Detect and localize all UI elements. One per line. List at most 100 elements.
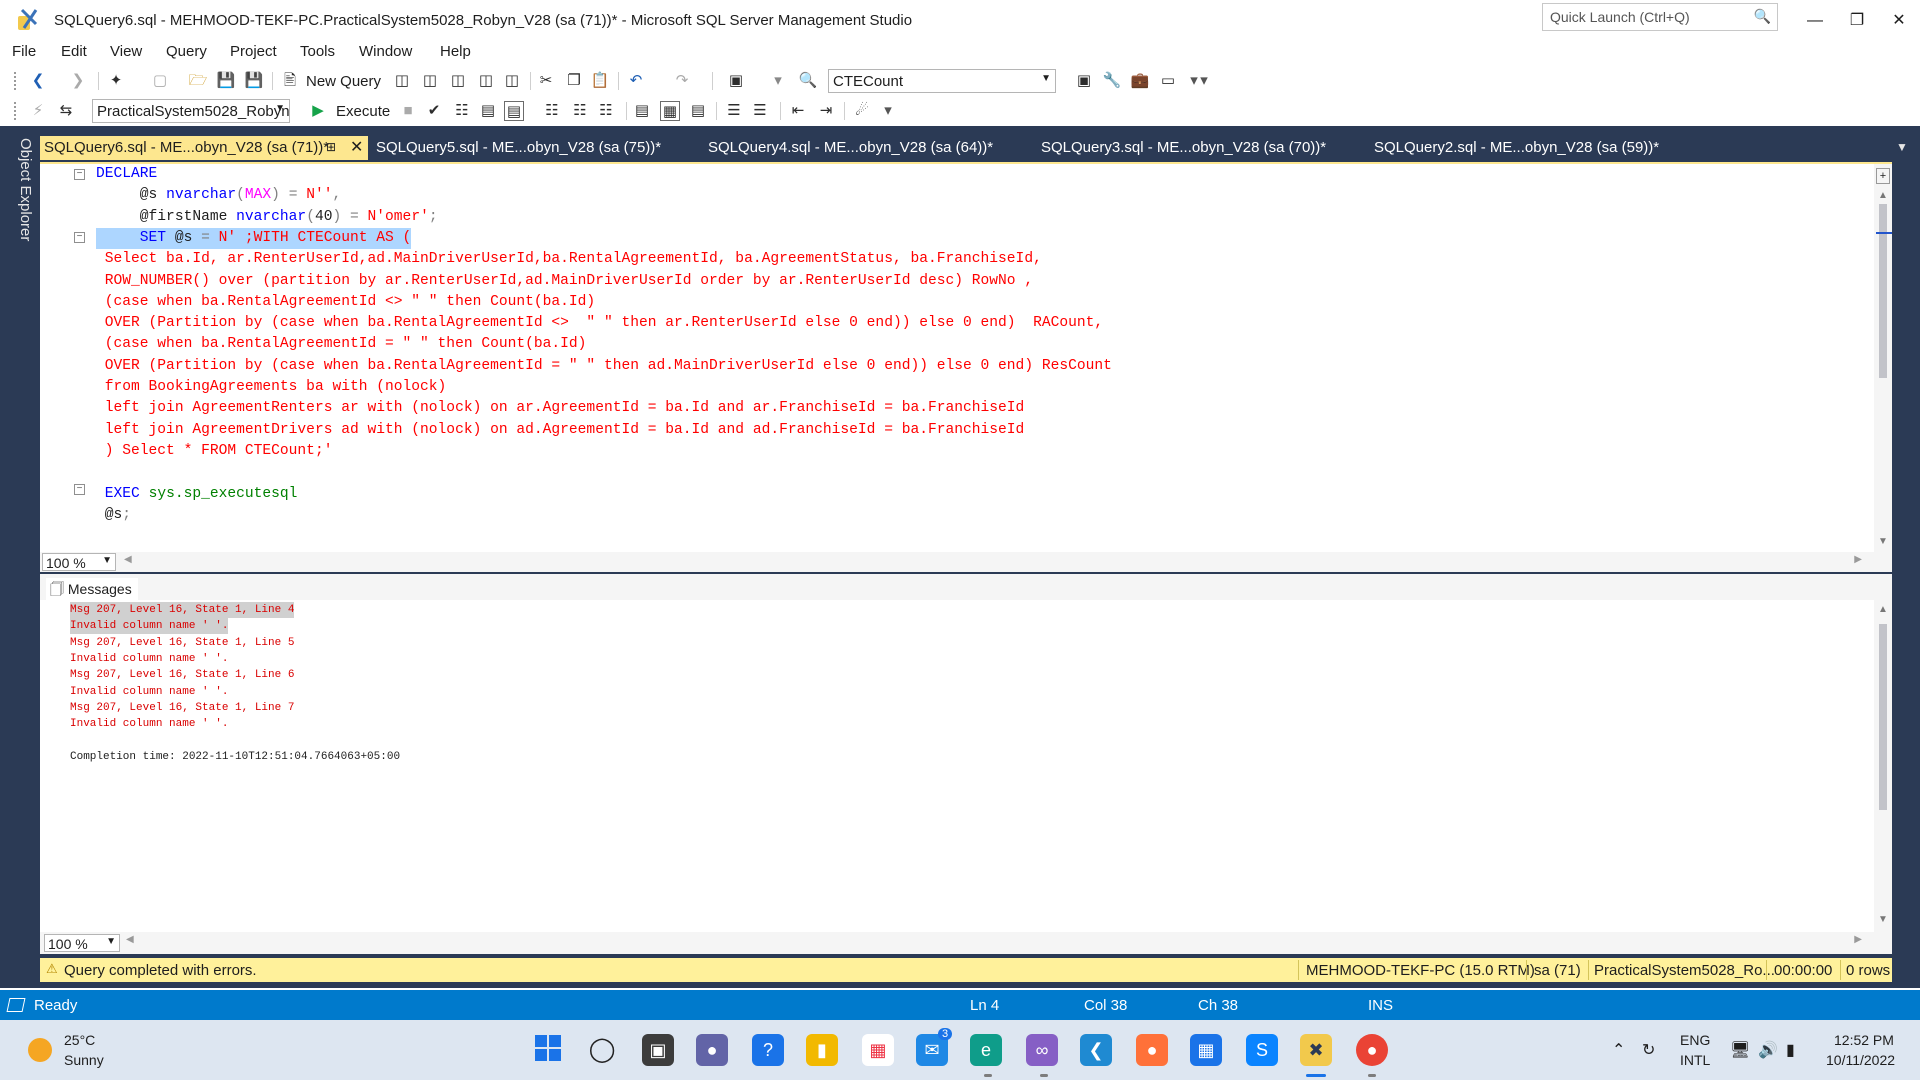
object-explorer-tab[interactable]: Object Explorer xyxy=(8,136,34,246)
results-to-file-icon[interactable]: ▤ xyxy=(688,101,708,121)
query-options-icon[interactable]: ▤ xyxy=(478,101,498,121)
microsoft-store-icon[interactable]: ▦ xyxy=(862,1034,894,1066)
scroll-up-icon[interactable]: ▲ xyxy=(1878,604,1888,615)
search-icon[interactable]: ◯ xyxy=(586,1034,618,1066)
xmla-query-icon[interactable]: ◫ xyxy=(448,71,468,91)
code-line[interactable]: OVER (Partition by (case when ba.RentalA… xyxy=(96,313,1103,334)
activity-monitor-icon[interactable]: ▣ xyxy=(1074,71,1094,91)
connect-icon[interactable]: ⚡ xyxy=(28,101,48,121)
tab-sqlquery3[interactable]: SQLQuery3.sql - ME...obyn_V28 (sa (70))* xyxy=(1037,136,1369,160)
menu-help[interactable]: Help xyxy=(440,43,471,60)
change-connection-icon[interactable]: ⇆ xyxy=(56,101,76,121)
keyboard-layout[interactable]: INTL xyxy=(1680,1052,1710,1068)
collapse-icon[interactable]: − xyxy=(74,169,85,180)
help-icon[interactable]: ? xyxy=(752,1034,784,1066)
message-line[interactable]: Msg 207, Level 16, State 1, Line 5 xyxy=(70,635,294,651)
task-view-icon[interactable]: ▣ xyxy=(642,1034,674,1066)
new-query-icon[interactable]: 🖹 xyxy=(280,71,300,91)
start-icon[interactable] xyxy=(532,1034,564,1066)
close-icon[interactable]: ✕ xyxy=(1884,6,1914,36)
scroll-right-icon[interactable]: ▶ xyxy=(1854,554,1862,565)
code-line[interactable]: from BookingAgreements ba with (nolock) xyxy=(96,377,447,398)
forward-icon[interactable]: ❯ xyxy=(68,71,88,91)
code-line[interactable]: @s; xyxy=(96,505,131,526)
specify-values-icon[interactable]: ☄ xyxy=(852,101,872,121)
scroll-up-icon[interactable]: ▲ xyxy=(1878,190,1888,201)
new-query-button[interactable]: New Query xyxy=(306,73,381,90)
minimize-icon[interactable]: — xyxy=(1800,6,1830,36)
clock-time[interactable]: 12:52 PM xyxy=(1834,1032,1894,1048)
toolbar-grip[interactable] xyxy=(14,102,18,120)
scroll-left-icon[interactable]: ◀ xyxy=(126,934,134,945)
scroll-down-icon[interactable]: ▼ xyxy=(1878,914,1888,925)
code-line[interactable]: left join AgreementRenters ar with (nolo… xyxy=(96,398,1025,419)
scroll-thumb[interactable] xyxy=(1879,204,1887,378)
toolbox-icon[interactable]: 💼 xyxy=(1130,71,1150,91)
menu-edit[interactable]: Edit xyxy=(61,43,87,60)
editor-vertical-scrollbar[interactable]: + ▲ ▼ xyxy=(1874,164,1892,554)
vscode-icon[interactable]: ❮ xyxy=(1080,1034,1112,1066)
comment-icon[interactable]: ☰ xyxy=(724,101,744,121)
cut-icon[interactable]: ✂ xyxy=(536,71,556,91)
code-line[interactable]: SET @s = N' ;WITH CTECount AS ( xyxy=(96,227,412,249)
dmx-query-icon[interactable]: ◫ xyxy=(420,71,440,91)
message-line[interactable]: Msg 207, Level 16, State 1, Line 7 xyxy=(70,700,294,716)
volume-icon[interactable]: 🔊 xyxy=(1758,1040,1778,1060)
menu-file[interactable]: File xyxy=(12,43,36,60)
message-line[interactable]: Completion time: 2022-11-10T12:51:04.766… xyxy=(70,749,400,765)
new-project-icon[interactable]: ✦ xyxy=(106,71,126,91)
edge-icon[interactable]: e xyxy=(970,1034,1002,1066)
cancel-execution-icon[interactable]: ■ xyxy=(398,101,418,121)
client-statistics-icon[interactable]: ☷ xyxy=(596,101,616,121)
uncomment-icon[interactable]: ☰ xyxy=(750,101,770,121)
split-window-icon[interactable]: + xyxy=(1876,168,1890,184)
solution-explorer-icon[interactable]: ▣ xyxy=(726,71,746,91)
results-zoom-combo[interactable]: 100 % ▼ xyxy=(44,934,120,952)
code-line[interactable]: OVER (Partition by (case when ba.RentalA… xyxy=(96,356,1112,377)
skype-icon[interactable]: S xyxy=(1246,1034,1278,1066)
message-line[interactable]: Invalid column name ' '. xyxy=(70,716,228,732)
file-explorer-icon[interactable]: ▮ xyxy=(806,1034,838,1066)
results-to-text-icon[interactable]: ▤ xyxy=(632,101,652,121)
messages-pane[interactable]: Msg 207, Level 16, State 1, Line 4 Invali… xyxy=(40,600,1892,932)
teams-chat-icon[interactable]: ● xyxy=(696,1034,728,1066)
tab-overflow-icon[interactable]: ▼ xyxy=(1896,140,1908,154)
properties-wrench-icon[interactable]: 🔧 xyxy=(1102,71,1122,91)
toolbar-overflow-icon[interactable]: ▾ xyxy=(878,101,898,121)
open-file-icon[interactable]: 🗁 xyxy=(188,71,208,91)
estimated-plan-icon[interactable]: ☷ xyxy=(452,101,472,121)
dax-query-icon[interactable]: ◫ xyxy=(476,71,496,91)
collapse-icon[interactable]: − xyxy=(74,232,85,243)
weather-condition[interactable]: Sunny xyxy=(64,1052,104,1068)
clock-date[interactable]: 10/11/2022 xyxy=(1826,1052,1895,1068)
menu-query[interactable]: Query xyxy=(166,43,207,60)
output-window-icon[interactable]: ▭ xyxy=(1158,71,1178,91)
sync-icon[interactable]: ↻ xyxy=(1642,1040,1655,1060)
actual-plan-icon[interactable]: ☷ xyxy=(542,101,562,121)
save-icon[interactable]: 💾 xyxy=(216,71,236,91)
copy-icon[interactable]: ❐ xyxy=(564,71,584,91)
code-line[interactable]: Select ba.Id, ar.RenterUserId,ad.MainDri… xyxy=(96,249,1042,270)
query-editor[interactable]: − − − DECLARE @s nvarchar(MAX) = N'', @f… xyxy=(40,162,1892,554)
results-to-grid-icon[interactable]: ▦ xyxy=(660,101,680,121)
chrome-icon[interactable]: ● xyxy=(1356,1034,1388,1066)
code-line[interactable]: (case when ba.RentalAgreementId <> " " t… xyxy=(96,292,595,313)
scroll-thumb[interactable] xyxy=(1879,624,1887,810)
toolbar-overflow-icon[interactable]: ▾ xyxy=(1194,71,1214,91)
menu-project[interactable]: Project xyxy=(230,43,277,60)
display-icon[interactable]: 🖥 xyxy=(1730,1040,1750,1060)
chevron-up-icon[interactable]: ⌃ xyxy=(1612,1040,1625,1060)
visual-studio-icon[interactable]: ∞ xyxy=(1026,1034,1058,1066)
increase-indent-icon[interactable]: ⇥ xyxy=(816,101,836,121)
messages-vertical-scrollbar[interactable]: ▲ ▼ xyxy=(1874,600,1892,932)
calendar-icon[interactable]: ▦ xyxy=(1190,1034,1222,1066)
parse-icon[interactable]: ✔ xyxy=(424,101,444,121)
search-icon[interactable]: 🔍 xyxy=(1754,8,1771,25)
firefox-icon[interactable]: ● xyxy=(1136,1034,1168,1066)
decrease-indent-icon[interactable]: ⇤ xyxy=(788,101,808,121)
code-line[interactable]: ROW_NUMBER() over (partition by ar.Rente… xyxy=(96,271,1033,292)
quick-launch-input[interactable]: Quick Launch (Ctrl+Q) 🔍 xyxy=(1542,3,1778,31)
live-statistics-icon[interactable]: ☷ xyxy=(570,101,590,121)
code-line[interactable]: left join AgreementDrivers ad with (nolo… xyxy=(96,420,1025,441)
tab-sqlquery4[interactable]: SQLQuery4.sql - ME...obyn_V28 (sa (64))* xyxy=(704,136,1036,160)
